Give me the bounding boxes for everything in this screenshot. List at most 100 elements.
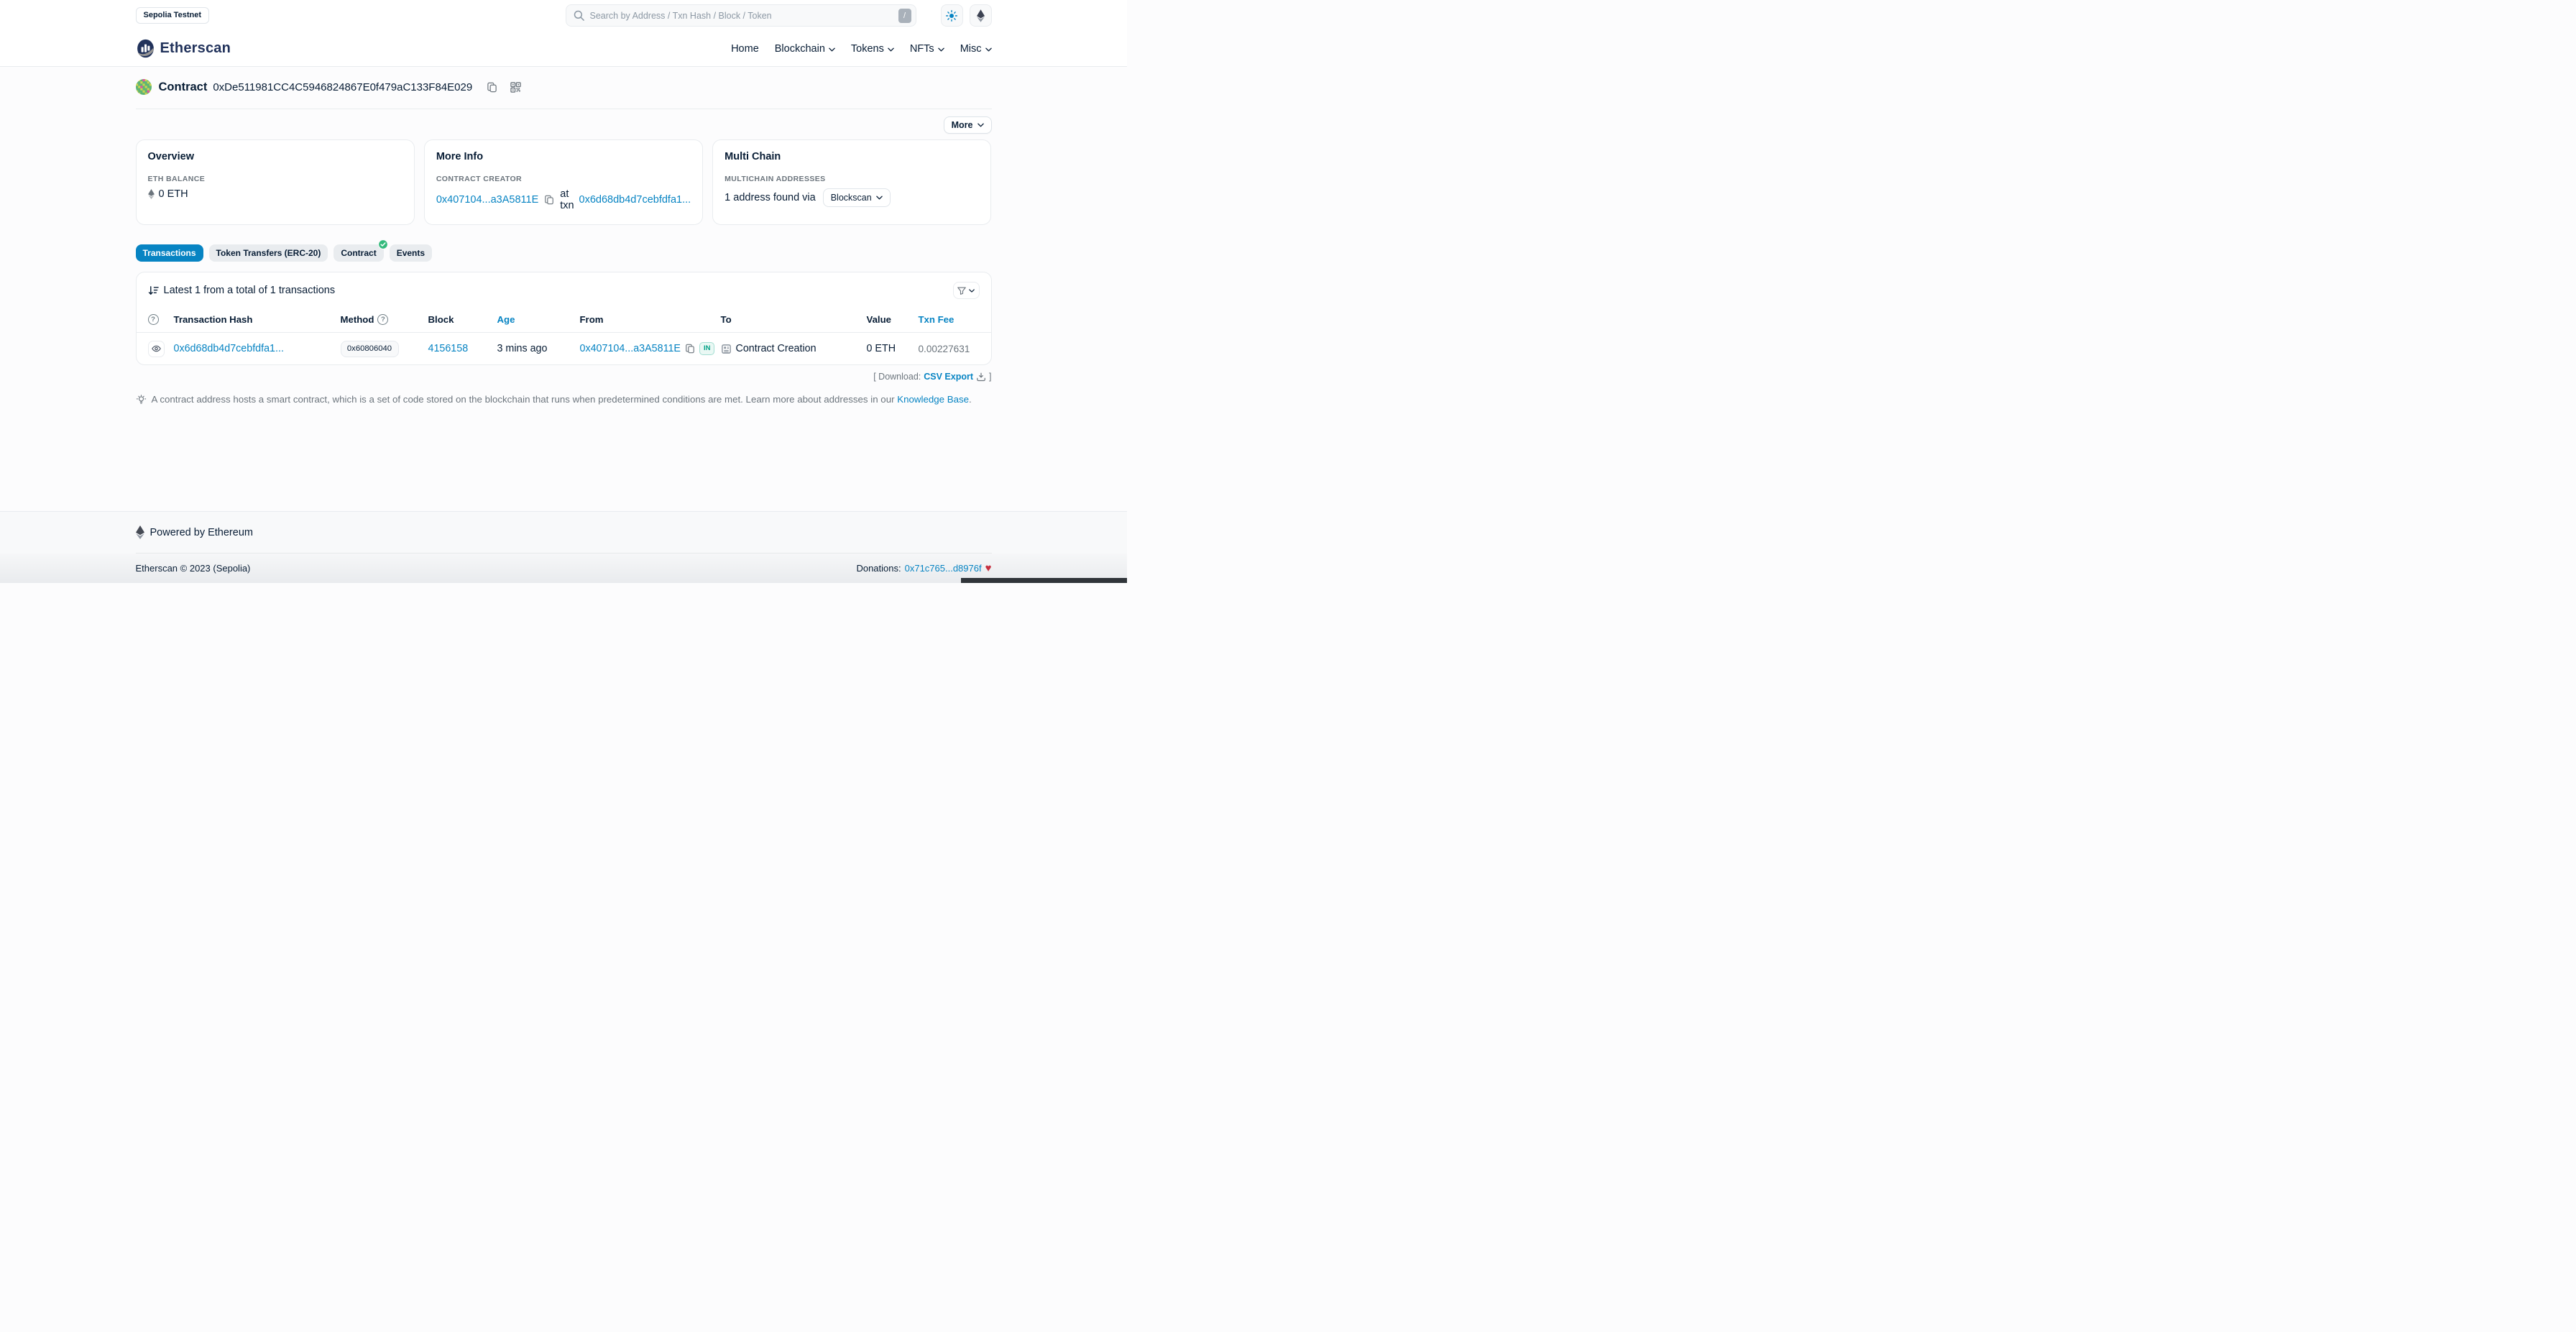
heart-icon: ♥: [985, 562, 992, 574]
contract-info-note: A contract address hosts a smart contrac…: [136, 394, 992, 405]
col-value: Value: [867, 314, 919, 325]
lightbulb-icon: [136, 395, 147, 405]
nav-menu: Home Blockchain Tokens NFTs Misc: [731, 43, 991, 55]
info-suffix: .: [969, 394, 972, 405]
download-suffix: ]: [989, 372, 991, 382]
transaction-row: 0x6d68db4d7cebfdfa1... 0x60806040 415615…: [137, 333, 991, 364]
tab-events[interactable]: Events: [390, 244, 432, 262]
creation-txn-link[interactable]: 0x6d68db4d7cebfdfa1...: [579, 194, 691, 206]
tab-bar: Transactions Token Transfers (ERC-20) Co…: [136, 244, 992, 262]
chevron-down-icon: [969, 289, 975, 293]
more-dropdown-button[interactable]: More: [944, 116, 992, 134]
summary-cards: Overview ETH BALANCE 0 ETH More Info CON…: [136, 139, 992, 225]
tx-hash-link[interactable]: 0x6d68db4d7cebfdfa1...: [174, 343, 284, 354]
address-identicon: [136, 79, 152, 95]
tab-token-transfers[interactable]: Token Transfers (ERC-20): [209, 244, 328, 262]
tab-contract[interactable]: Contract: [334, 244, 383, 262]
csv-download-row: [ Download: CSV Export ]: [136, 372, 992, 382]
col-block: Block: [428, 314, 497, 325]
chevron-down-icon: [888, 47, 894, 52]
sort-descending-icon: [148, 285, 159, 295]
col-method: Method?: [341, 314, 428, 325]
theme-toggle-button[interactable]: [941, 4, 963, 27]
tx-value: 0 ETH: [867, 343, 919, 354]
at-txn-text: at txn: [560, 188, 574, 211]
nav-item-tokens[interactable]: Tokens: [851, 43, 894, 55]
etherscan-logo[interactable]: Etherscan: [136, 39, 231, 58]
chevron-down-icon: [829, 47, 835, 52]
method-badge: 0x60806040: [341, 341, 399, 357]
search-input[interactable]: [590, 11, 893, 21]
card-title: More Info: [436, 151, 691, 162]
copy-creator-button[interactable]: [544, 195, 554, 205]
sun-icon: [946, 10, 957, 22]
filter-funnel-icon: [957, 287, 966, 295]
ethereum-icon: [977, 9, 985, 22]
ethereum-icon: [136, 525, 144, 539]
csv-export-link[interactable]: CSV Export: [924, 372, 973, 382]
etherscan-logo-icon: [136, 39, 155, 58]
help-icon: ?: [148, 314, 159, 325]
qr-code-button[interactable]: [510, 82, 521, 93]
block-link[interactable]: 4156158: [428, 343, 469, 354]
nav-item-home[interactable]: Home: [731, 43, 759, 55]
from-address-link[interactable]: 0x407104...a3A5811E: [580, 343, 681, 354]
filter-dropdown-button[interactable]: [953, 282, 980, 299]
to-contract-creation: Contract Creation: [736, 343, 816, 354]
powered-by-text: Powered by Ethereum: [150, 527, 253, 538]
contract-address: 0xDe511981CC4C5946824867E0f479aC133F84E0…: [213, 81, 472, 93]
main-nav: Etherscan Home Blockchain Tokens NFTs Mi…: [0, 31, 1127, 67]
top-bar: Sepolia Testnet /: [0, 0, 1127, 31]
donations-label: Donations:: [856, 563, 901, 574]
overview-card: Overview ETH BALANCE 0 ETH: [136, 139, 415, 225]
download-icon: [976, 372, 986, 382]
chevron-down-icon: [938, 47, 944, 52]
card-title: Multi Chain: [724, 151, 979, 162]
network-badge: Sepolia Testnet: [136, 7, 209, 24]
tx-age: 3 mins ago: [497, 343, 580, 354]
brand-name: Etherscan: [160, 40, 231, 57]
info-text: A contract address hosts a smart contrac…: [152, 394, 895, 405]
nav-item-blockchain[interactable]: Blockchain: [775, 43, 835, 55]
col-from: From: [580, 314, 721, 325]
search-icon: [574, 10, 584, 21]
slash-shortcut-key: /: [898, 9, 911, 23]
col-age-toggle[interactable]: Age: [497, 314, 580, 325]
contract-creation-icon: [721, 344, 732, 354]
tx-preview-eye-button[interactable]: [148, 341, 165, 357]
creator-address-link[interactable]: 0x407104...a3A5811E: [436, 194, 538, 206]
transactions-summary: Latest 1 from a total of 1 transactions: [148, 285, 336, 296]
col-txn-fee-toggle[interactable]: Txn Fee: [919, 314, 980, 325]
donations: Donations: 0x71c765...d8976f ♥: [856, 562, 991, 574]
multichain-card: Multi Chain MULTICHAIN ADDRESSES 1 addre…: [712, 139, 991, 225]
copy-address-button[interactable]: [487, 82, 497, 93]
copyright-text: Etherscan © 2023 (Sepolia): [136, 563, 251, 574]
transactions-panel: Latest 1 from a total of 1 transactions …: [136, 272, 992, 365]
copy-from-button[interactable]: [685, 344, 695, 354]
direction-badge: IN: [699, 342, 715, 355]
chevron-down-icon: [876, 196, 883, 200]
bottom-corner-strip: [961, 578, 1127, 583]
more-info-card: More Info CONTRACT CREATOR 0x407104...a3…: [424, 139, 703, 225]
verified-check-icon: [378, 239, 388, 249]
knowledge-base-link[interactable]: Knowledge Base: [897, 394, 969, 405]
nav-item-nfts[interactable]: NFTs: [910, 43, 944, 55]
page-title: Contract: [159, 81, 208, 94]
ethereum-icon: [148, 189, 155, 199]
contract-header: Contract 0xDe511981CC4C5946824867E0f479a…: [136, 67, 992, 134]
multichain-label: MULTICHAIN ADDRESSES: [724, 175, 979, 183]
addresses-found-text: 1 address found via: [724, 192, 816, 203]
eth-balance-value: 0 ETH: [159, 188, 188, 200]
col-to: To: [721, 314, 867, 325]
chevron-down-icon: [985, 47, 992, 52]
blockscan-dropdown-button[interactable]: Blockscan: [823, 188, 891, 207]
tx-fee: 0.00227631: [919, 344, 980, 354]
nav-item-misc[interactable]: Misc: [960, 43, 992, 55]
etherscan-page: Sepolia Testnet /: [0, 0, 1127, 583]
network-switcher-button[interactable]: [970, 4, 992, 27]
tab-transactions[interactable]: Transactions: [136, 244, 203, 262]
eth-balance-label: ETH BALANCE: [148, 175, 402, 183]
donation-address-link[interactable]: 0x71c765...d8976f: [905, 563, 982, 574]
search-box[interactable]: /: [566, 4, 916, 27]
download-prefix: [ Download:: [873, 372, 921, 382]
